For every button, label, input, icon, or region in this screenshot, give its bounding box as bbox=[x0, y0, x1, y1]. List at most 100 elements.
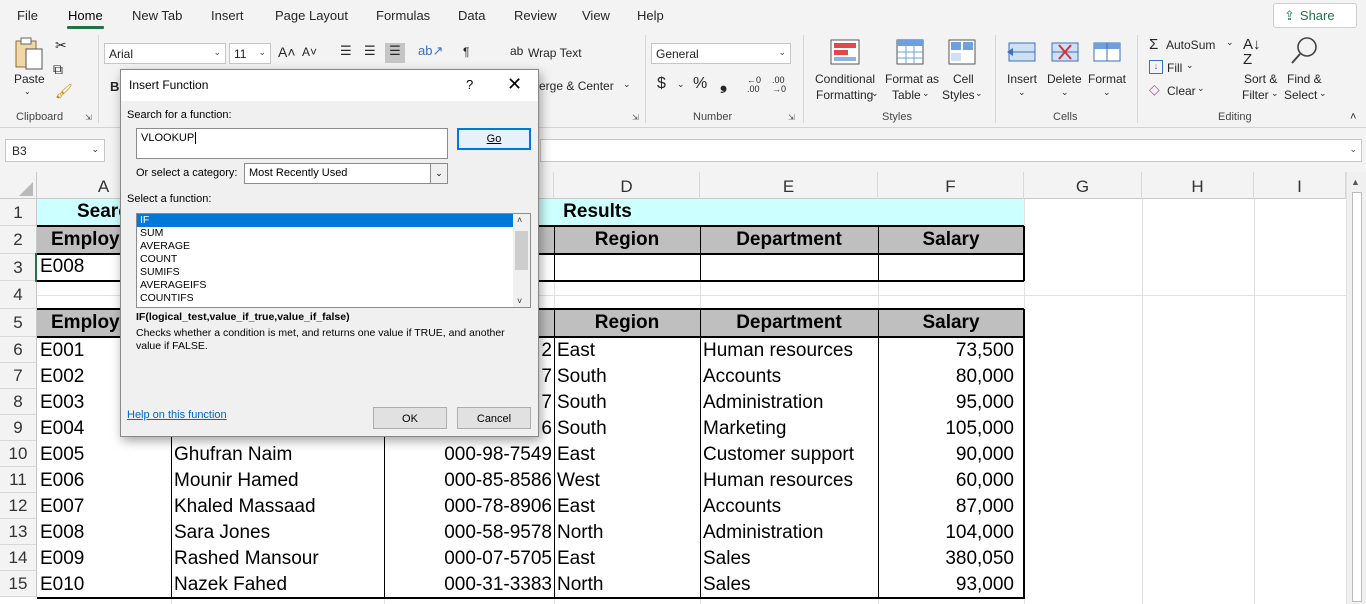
salary-cell[interactable]: 87,000 bbox=[878, 494, 1024, 519]
go-button[interactable]: Go bbox=[457, 128, 531, 150]
chevron-up-icon[interactable]: ˄ bbox=[517, 215, 522, 225]
help-link[interactable]: Help on this function bbox=[127, 409, 227, 421]
formula-input[interactable]: ⌄ bbox=[540, 139, 1362, 162]
tab-review[interactable]: Review bbox=[514, 8, 557, 23]
orientation-icon[interactable]: ab↗ bbox=[418, 43, 443, 59]
row-header[interactable]: 11 bbox=[0, 467, 37, 493]
salary-cell[interactable]: 80,000 bbox=[878, 364, 1024, 389]
decrease-decimal-icon[interactable]: .00 →0 bbox=[772, 76, 786, 94]
chevron-down-icon[interactable]: ⌄ bbox=[1349, 144, 1357, 155]
region-cell[interactable]: East bbox=[554, 494, 700, 519]
function-list[interactable]: IF SUM AVERAGE COUNT SUMIFS AVERAGEIFS C… bbox=[136, 213, 531, 308]
font-name-select[interactable]: Arial ⌄ bbox=[104, 43, 226, 64]
vertical-scrollbar[interactable]: ▲ bbox=[1346, 172, 1366, 604]
row-header[interactable]: 1 bbox=[0, 199, 37, 226]
chevron-down-icon[interactable]: ⌄ bbox=[871, 88, 879, 99]
id-cell[interactable]: E006 bbox=[37, 468, 171, 493]
row-header[interactable]: 7 bbox=[0, 363, 37, 389]
id-cell[interactable]: E009 bbox=[37, 546, 171, 571]
chevron-down-icon[interactable]: ⌄ bbox=[1103, 87, 1111, 98]
category-select[interactable]: Most Recently Used ⌄ bbox=[244, 163, 448, 184]
wrap-text-icon[interactable]: ab bbox=[510, 44, 523, 58]
share-button[interactable]: ⇪ Share bbox=[1273, 3, 1357, 28]
list-item[interactable]: SUMIFS bbox=[137, 266, 513, 279]
salary-cell[interactable]: 60,000 bbox=[878, 468, 1024, 493]
wrap-text-button[interactable]: Wrap Text bbox=[528, 46, 582, 60]
tab-data[interactable]: Data bbox=[458, 8, 485, 23]
name-cell[interactable]: Nazek Fahed bbox=[171, 572, 384, 597]
header-cell[interactable]: Department bbox=[700, 227, 878, 254]
tab-home[interactable]: Home bbox=[67, 8, 104, 29]
close-icon[interactable]: ✕ bbox=[507, 74, 522, 94]
column-header[interactable]: E bbox=[700, 172, 878, 199]
chevron-down-icon[interactable]: ⌄ bbox=[430, 164, 447, 183]
format-cells-button[interactable]: Format bbox=[1088, 72, 1126, 86]
currency-icon[interactable]: $ bbox=[657, 75, 666, 93]
phone-cell[interactable]: 000-58-9578 bbox=[384, 520, 554, 545]
help-icon[interactable]: ? bbox=[466, 77, 473, 92]
column-header[interactable]: H bbox=[1142, 172, 1254, 199]
tab-new-tab[interactable]: New Tab bbox=[132, 8, 182, 23]
chevron-down-icon[interactable]: ⌄ bbox=[1271, 88, 1279, 99]
name-cell[interactable]: Sara Jones bbox=[171, 520, 384, 545]
cancel-button[interactable]: Cancel bbox=[457, 407, 531, 429]
cut-icon[interactable]: ✂ bbox=[55, 37, 67, 54]
decrease-font-icon[interactable]: A˅ bbox=[302, 45, 317, 59]
list-item[interactable]: AVERAGE bbox=[137, 240, 513, 253]
name-cell[interactable]: Rashed Mansour bbox=[171, 546, 384, 571]
department-cell[interactable]: Customer support bbox=[700, 442, 878, 467]
row-header[interactable]: 8 bbox=[0, 389, 37, 415]
autosum-button[interactable]: AutoSum bbox=[1166, 38, 1215, 52]
phone-cell[interactable]: 000-31-3383 bbox=[384, 572, 554, 597]
salary-cell[interactable]: 104,000 bbox=[878, 520, 1024, 545]
phone-cell[interactable]: 000-85-8586 bbox=[384, 468, 554, 493]
id-cell[interactable]: E005 bbox=[37, 442, 171, 467]
list-item[interactable]: SUM bbox=[137, 227, 513, 240]
fill-icon[interactable]: ↓ bbox=[1149, 60, 1163, 74]
salary-cell[interactable]: 73,500 bbox=[878, 338, 1024, 363]
region-cell[interactable]: South bbox=[554, 416, 700, 441]
header-cell[interactable]: Region bbox=[554, 227, 700, 254]
increase-font-icon[interactable]: A˄ bbox=[278, 44, 296, 60]
paste-dropdown-icon[interactable]: ⌄ bbox=[24, 87, 31, 96]
increase-decimal-icon[interactable]: ←0.00 bbox=[747, 76, 761, 94]
comma-icon[interactable]: ❟ bbox=[720, 73, 727, 94]
format-painter-icon[interactable]: 🖌 bbox=[55, 83, 73, 100]
scrollbar-thumb[interactable] bbox=[515, 231, 528, 270]
column-header[interactable]: F bbox=[878, 172, 1024, 199]
collapse-ribbon-icon[interactable]: ˄ bbox=[1350, 111, 1356, 123]
region-cell[interactable]: North bbox=[554, 520, 700, 545]
conditional-formatting-button[interactable]: Conditional bbox=[815, 72, 875, 86]
row-header[interactable]: 3 bbox=[0, 254, 37, 281]
format-as-table-button[interactable]: Format as bbox=[885, 72, 939, 86]
department-cell[interactable]: Sales bbox=[700, 572, 878, 597]
row-header[interactable]: 13 bbox=[0, 519, 37, 545]
scrollbar-thumb[interactable] bbox=[1352, 192, 1362, 602]
clipboard-launcher-icon[interactable]: ⇲ bbox=[85, 113, 92, 122]
merge-center-button[interactable]: erge & Center bbox=[539, 79, 614, 93]
row-header[interactable]: 6 bbox=[0, 337, 37, 363]
salary-cell[interactable]: 95,000 bbox=[878, 390, 1024, 415]
row-header[interactable]: 9 bbox=[0, 415, 37, 441]
row-header[interactable]: 5 bbox=[0, 309, 37, 337]
chevron-down-icon[interactable]: ⌄ bbox=[1186, 60, 1194, 71]
region-cell[interactable]: East bbox=[554, 546, 700, 571]
list-item[interactable]: IF bbox=[137, 214, 513, 227]
header-cell[interactable]: Region bbox=[554, 310, 700, 337]
list-item[interactable]: COUNTIFS bbox=[137, 292, 513, 305]
header-cell[interactable]: Salary bbox=[878, 310, 1024, 337]
phone-cell[interactable]: 000-07-5705 bbox=[384, 546, 554, 571]
align-middle-icon[interactable]: ☰ bbox=[364, 43, 376, 59]
row-header[interactable]: 15 bbox=[0, 571, 37, 597]
chevron-down-icon[interactable]: ⌄ bbox=[922, 88, 930, 99]
bold-icon[interactable]: B bbox=[110, 79, 119, 94]
ok-button[interactable]: OK bbox=[373, 407, 447, 429]
chevron-down-icon[interactable]: ⌄ bbox=[1018, 87, 1026, 98]
find-select-button[interactable]: Find & bbox=[1287, 72, 1322, 86]
chevron-down-icon[interactable]: ⌄ bbox=[677, 79, 685, 90]
font-size-select[interactable]: 11 ⌄ bbox=[229, 43, 271, 64]
eraser-icon[interactable]: ◇ bbox=[1149, 81, 1160, 98]
tab-help[interactable]: Help bbox=[637, 8, 664, 23]
chevron-down-icon[interactable]: ⌄ bbox=[1061, 87, 1069, 98]
row-header[interactable]: 14 bbox=[0, 545, 37, 571]
